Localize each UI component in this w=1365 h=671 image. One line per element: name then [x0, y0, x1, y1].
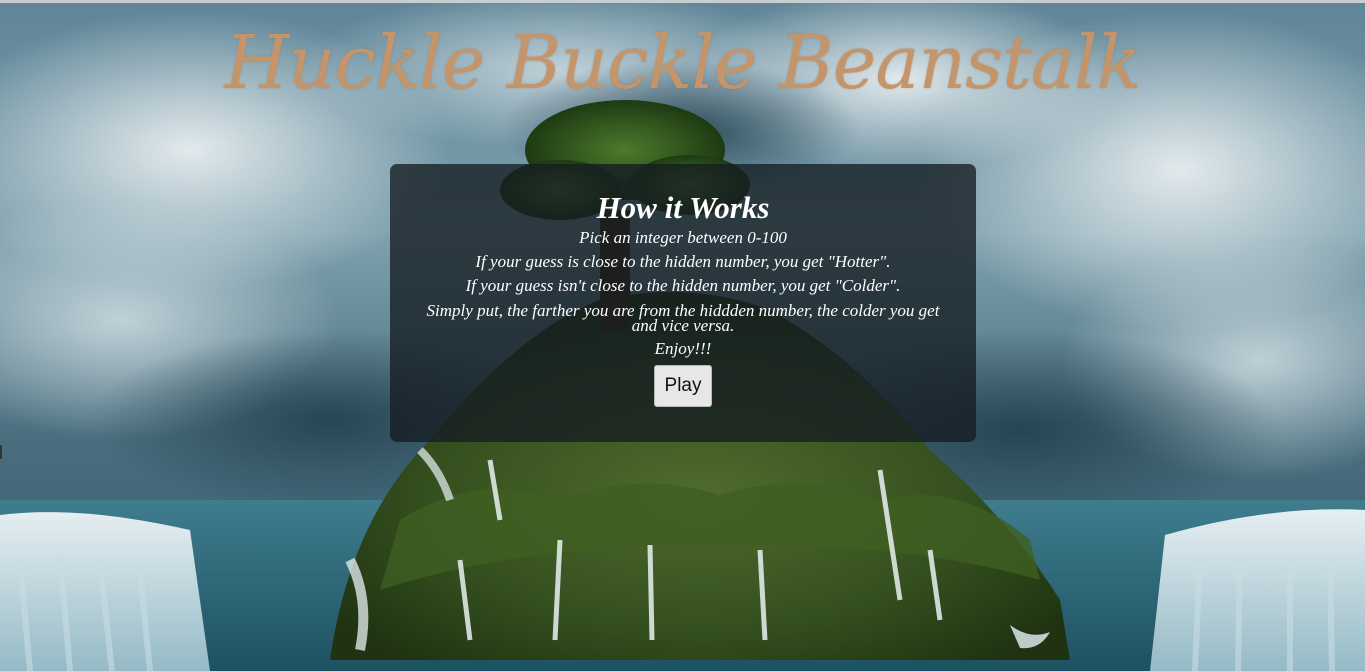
browser-top-edge	[0, 0, 1365, 3]
instruction-line: Enjoy!!!	[654, 339, 712, 358]
instructions-panel: How it Works Pick an integer between 0-1…	[390, 164, 976, 442]
cursor-mark	[0, 445, 2, 459]
play-button[interactable]: Play	[654, 365, 712, 407]
instruction-line: If your guess is close to the hidden num…	[475, 252, 891, 271]
instruction-line: If your guess isn't close to the hidden …	[465, 276, 901, 295]
instruction-line: Pick an integer between 0-100	[579, 228, 787, 247]
page-title: Huckle Buckle Beanstalk	[224, 20, 1141, 106]
instruction-line: Simply put, the farther you are from the…	[426, 301, 940, 335]
instructions-heading: How it Works	[596, 190, 770, 225]
